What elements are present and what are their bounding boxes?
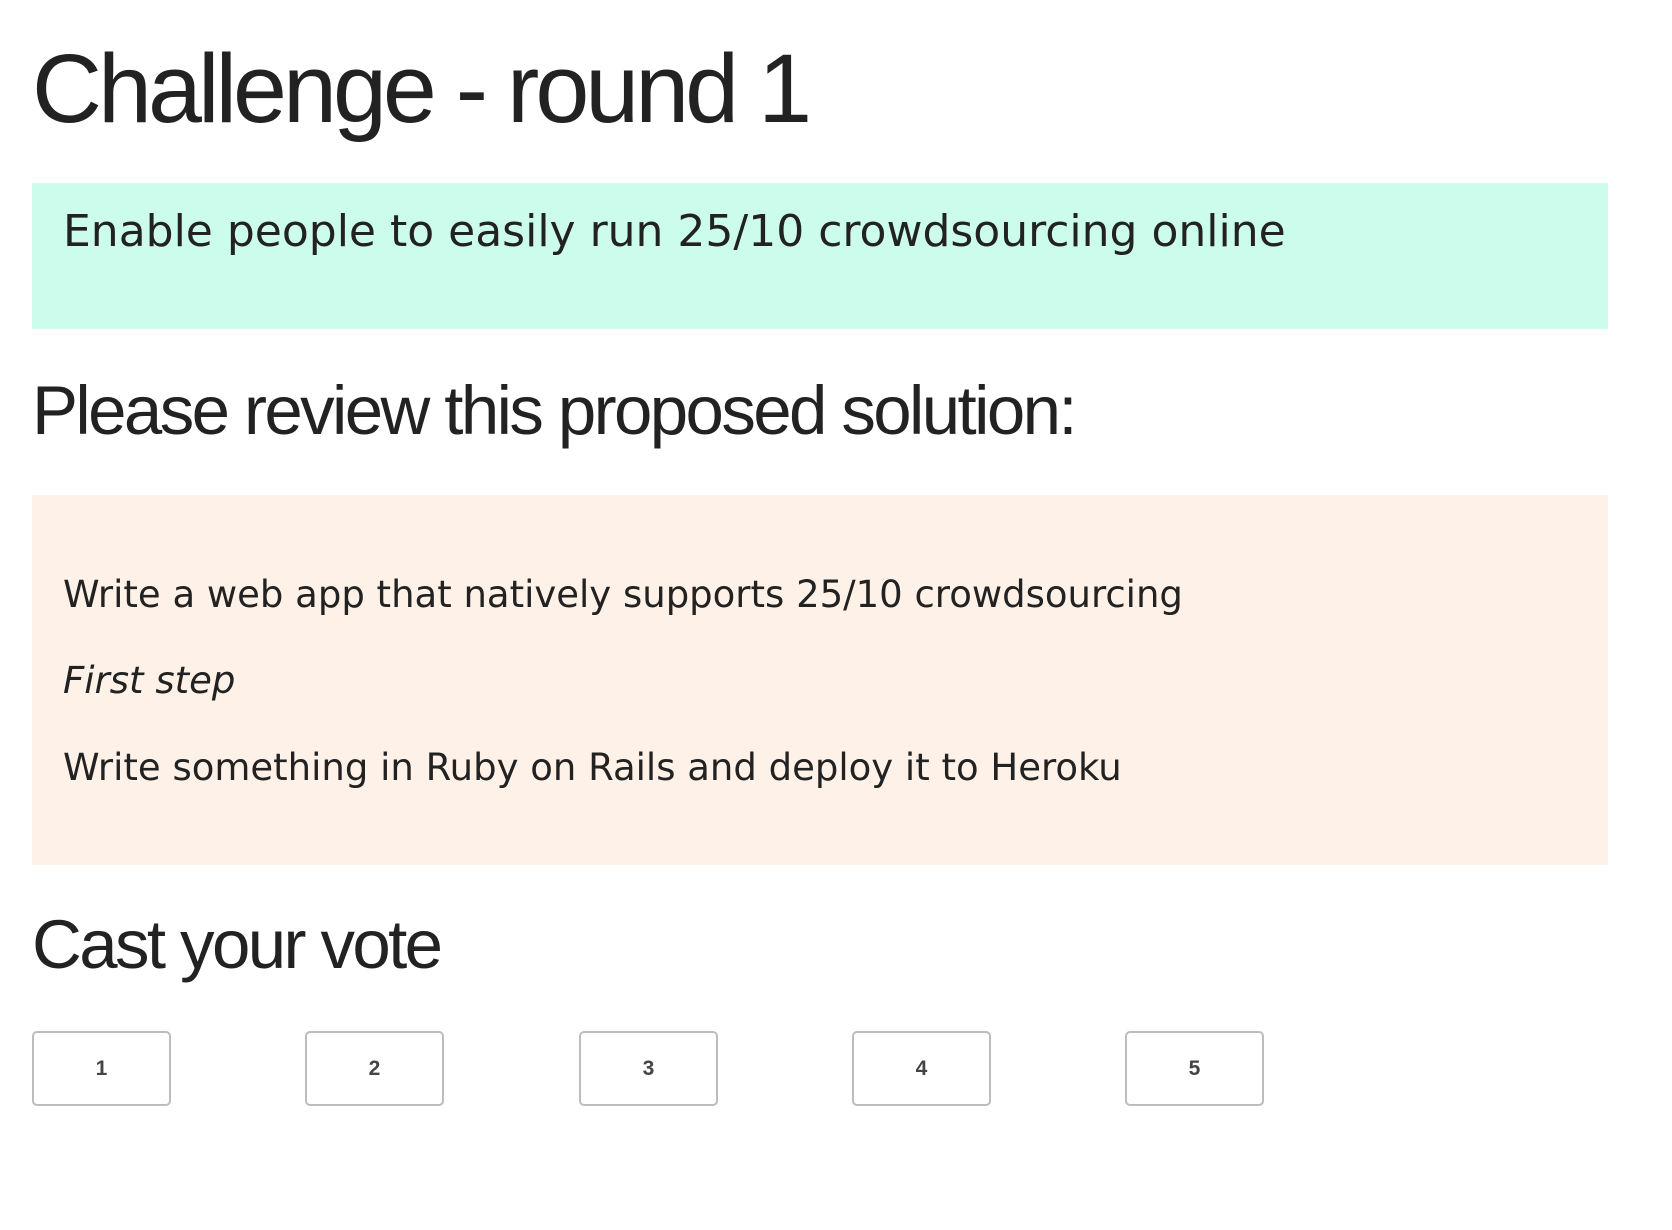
page-title: Challenge - round 1: [32, 34, 812, 143]
vote-button-5[interactable]: 5: [1125, 1031, 1264, 1106]
solution-step-text: Write something in Ruby on Rails and dep…: [63, 746, 1122, 789]
solution-summary-text: Write a web app that natively supports 2…: [63, 573, 1183, 616]
vote-button-4[interactable]: 4: [852, 1031, 991, 1106]
vote-heading: Cast your vote: [32, 906, 443, 983]
review-heading: Please review this proposed solution:: [32, 372, 1078, 449]
vote-button-1[interactable]: 1: [32, 1031, 171, 1106]
challenge-statement-text: Enable people to easily run 25/10 crowds…: [63, 206, 1286, 257]
vote-button-2[interactable]: 2: [305, 1031, 444, 1106]
solution-step-label: First step: [63, 659, 236, 702]
proposed-solution-box: Write a web app that natively supports 2…: [32, 495, 1608, 865]
vote-button-3[interactable]: 3: [579, 1031, 718, 1106]
vote-button-group: 1 2 3 4 5: [32, 1031, 1608, 1106]
challenge-statement-box: Enable people to easily run 25/10 crowds…: [32, 183, 1608, 329]
